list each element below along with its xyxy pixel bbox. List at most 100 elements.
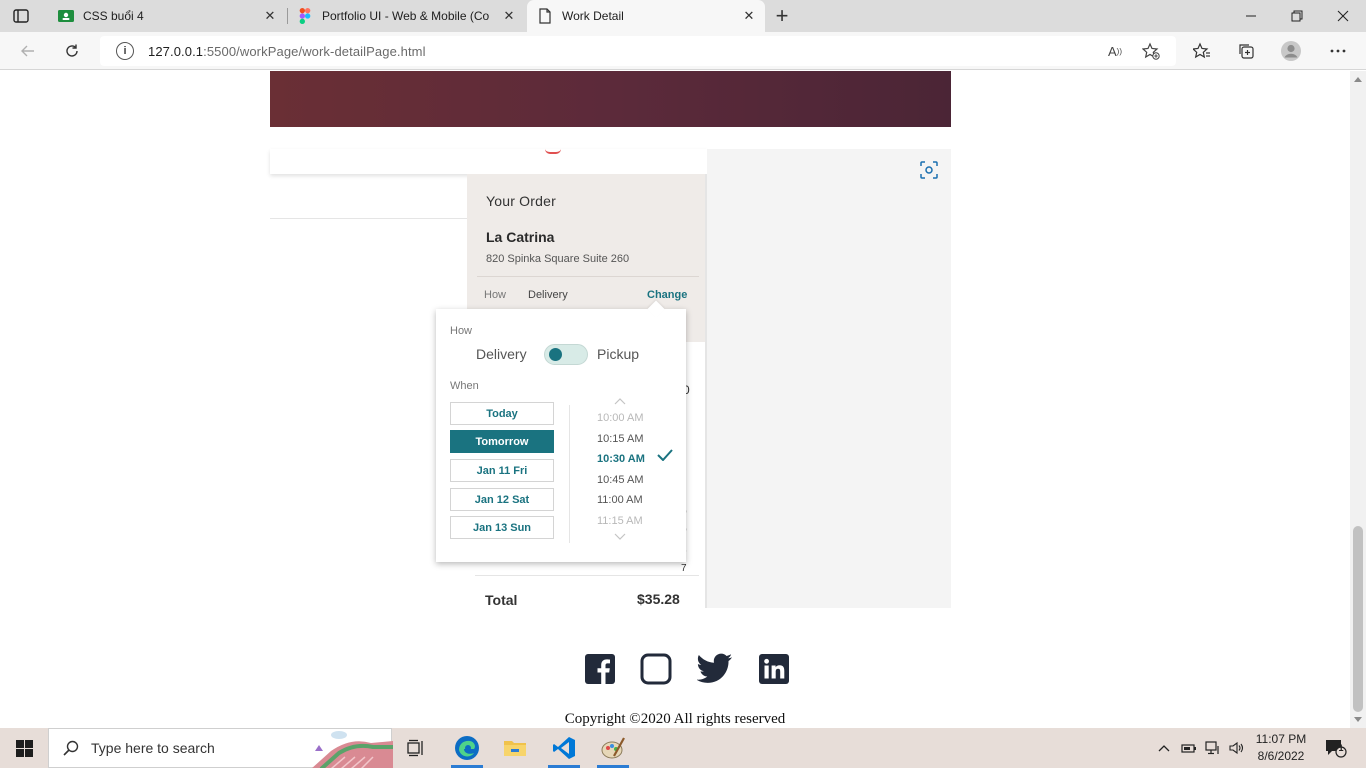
when-label: When — [450, 380, 479, 392]
facebook-icon[interactable] — [584, 653, 616, 685]
tab-title: CSS buổi 4 — [83, 9, 144, 23]
vscode-icon — [553, 737, 575, 759]
change-link[interactable]: Change — [647, 289, 687, 301]
favorites-icon[interactable] — [1188, 37, 1216, 65]
total-value: $35.28 — [637, 591, 680, 607]
time-option[interactable]: 10:15 AM — [597, 433, 643, 445]
new-tab-button[interactable]: + — [770, 3, 794, 28]
notification-count: 1 — [1338, 743, 1344, 753]
how-label: How — [450, 325, 473, 337]
hidden-value: 7 — [681, 563, 687, 574]
chevron-down-icon[interactable] — [614, 533, 626, 541]
total-label: Total — [485, 592, 518, 608]
how-label: How — [484, 289, 507, 301]
notification-center-button[interactable]: 1 — [1322, 728, 1350, 768]
copyright-text: Copyright ©2020 All rights reserved — [564, 711, 786, 727]
browser-toolbar: i 127.0.0.1:5500/workPage/work-detailPag… — [0, 32, 1366, 70]
tab-work-detail[interactable]: Work Detail ✕ — [527, 0, 765, 32]
site-info-icon[interactable]: i — [116, 42, 134, 60]
scroll-up-icon[interactable] — [1354, 77, 1362, 82]
tab-portfolio-ui[interactable]: Portfolio UI - Web & Mobile (Co ✕ — [287, 0, 525, 32]
day-button-jan-12[interactable]: Jan 12 Sat — [450, 488, 554, 511]
focus-scan-icon[interactable] — [920, 161, 938, 179]
taskbar-paint[interactable] — [589, 728, 637, 768]
hero-banner-image — [270, 71, 951, 127]
back-button[interactable] — [14, 37, 42, 65]
scroll-down-icon[interactable] — [1354, 717, 1362, 722]
divider — [270, 218, 467, 219]
collections-icon[interactable] — [1232, 37, 1260, 65]
edge-icon — [455, 736, 479, 760]
scrollbar-thumb[interactable] — [1353, 526, 1363, 712]
close-window-button[interactable] — [1320, 0, 1366, 32]
close-tab-icon[interactable]: ✕ — [262, 8, 278, 24]
how-value: Delivery — [528, 289, 568, 301]
show-hidden-icons[interactable] — [1156, 728, 1172, 768]
browser-tab-strip: CSS buổi 4 ✕ Portfolio UI - Web & Mobile… — [0, 0, 1366, 32]
profile-avatar[interactable] — [1277, 37, 1305, 65]
search-icon — [63, 740, 79, 756]
network-icon[interactable] — [1204, 728, 1222, 768]
work-screenshot: Your Order La Catrina 820 Spinka Square … — [270, 149, 951, 608]
web-page: Your Order La Catrina 820 Spinka Square … — [0, 71, 1350, 728]
taskbar-clock[interactable]: 11:07 PM 8/6/2022 — [1246, 731, 1316, 765]
app-top-bar — [270, 149, 707, 174]
instagram-icon[interactable] — [640, 653, 672, 685]
restore-button[interactable] — [1274, 0, 1320, 32]
volume-icon[interactable] — [1228, 728, 1246, 768]
delivery-option[interactable]: Delivery — [476, 346, 527, 362]
close-tab-icon[interactable]: ✕ — [501, 8, 517, 24]
battery-icon[interactable] — [1180, 728, 1198, 768]
address-bar[interactable]: i 127.0.0.1:5500/workPage/work-detailPag… — [100, 36, 1176, 66]
linkedin-icon[interactable] — [758, 653, 790, 685]
taskbar-edge[interactable] — [443, 728, 491, 768]
clock-time: 11:07 PM — [1255, 732, 1307, 746]
taskbar-search-box[interactable]: Type here to search — [48, 728, 393, 768]
task-view-button[interactable] — [392, 728, 440, 768]
day-button-jan-11[interactable]: Jan 11 Fri — [450, 459, 554, 482]
windows-logo-icon — [15, 739, 33, 757]
google-classroom-icon — [58, 8, 74, 24]
windows-start-button[interactable] — [0, 728, 48, 768]
app-right-pane — [707, 149, 951, 608]
time-option-selected[interactable]: 10:30 AM — [597, 453, 645, 465]
search-highlight-image — [311, 729, 393, 768]
refresh-button[interactable] — [58, 37, 86, 65]
checkmark-icon — [657, 449, 673, 461]
divider — [475, 575, 699, 576]
pickup-option[interactable]: Pickup — [597, 346, 639, 362]
twitter-icon[interactable] — [697, 653, 733, 685]
toggle-knob — [549, 348, 562, 361]
tab-css-buoi-4[interactable]: CSS buổi 4 ✕ — [48, 0, 286, 32]
minimize-button[interactable] — [1228, 0, 1274, 32]
figma-icon — [297, 8, 313, 24]
time-option[interactable]: 11:00 AM — [597, 494, 643, 506]
settings-more-icon[interactable] — [1324, 37, 1352, 65]
time-option[interactable]: 10:00 AM — [597, 412, 643, 424]
page-icon — [537, 8, 553, 24]
taskbar-vscode[interactable] — [540, 728, 588, 768]
restaurant-address: 820 Spinka Square Suite 260 — [486, 253, 630, 265]
delivery-options-popup: How Delivery Pickup When Today Tomorrow … — [436, 300, 686, 562]
close-tab-icon[interactable]: ✕ — [741, 8, 757, 24]
delivery-pickup-toggle[interactable] — [544, 344, 588, 365]
read-aloud-icon[interactable]: A)) — [1106, 42, 1124, 60]
search-placeholder: Type here to search — [91, 740, 215, 756]
chevron-up-icon[interactable] — [614, 397, 626, 405]
tab-title: Portfolio UI - Web & Mobile (Co — [322, 9, 490, 23]
add-favorite-icon[interactable] — [1142, 42, 1160, 60]
divider — [569, 405, 570, 543]
day-button-jan-13[interactable]: Jan 13 Sun — [450, 516, 554, 539]
tab-actions-icon[interactable] — [12, 7, 30, 25]
order-heading: Your Order — [486, 193, 556, 209]
windows-taskbar: Type here to search 11:07 PM 8/6/2022 1 — [0, 728, 1366, 768]
page-scrollbar[interactable] — [1350, 71, 1366, 728]
taskbar-file-explorer[interactable] — [491, 728, 539, 768]
time-option[interactable]: 11:15 AM — [597, 515, 643, 527]
time-option[interactable]: 10:45 AM — [597, 474, 643, 486]
clock-date: 8/6/2022 — [1257, 749, 1305, 763]
day-button-today[interactable]: Today — [450, 402, 554, 425]
task-view-icon — [407, 739, 423, 757]
day-button-tomorrow[interactable]: Tomorrow — [450, 430, 554, 453]
logo-fragment — [545, 149, 561, 154]
